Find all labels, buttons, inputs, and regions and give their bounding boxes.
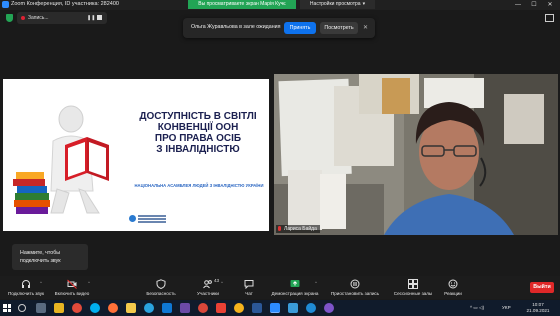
search-icon[interactable] — [18, 304, 26, 312]
shield-icon — [156, 279, 166, 289]
view-layout-icon[interactable] — [545, 14, 554, 22]
app-icon[interactable] — [234, 303, 244, 313]
participants-button[interactable]: 43 ^ Участники — [190, 276, 226, 299]
participant-count: 43 — [214, 278, 220, 283]
viber-icon[interactable] — [324, 303, 334, 313]
stop-recording-button[interactable] — [97, 15, 102, 20]
notification-text: Ольга Журавльова в зале ожидания — [191, 24, 281, 30]
maximize-button[interactable]: ☐ — [528, 0, 540, 10]
toolbar-label: Включить видео — [54, 291, 90, 296]
recording-indicator: Запись... ❚❚ — [17, 12, 107, 24]
view-settings-label: Настройки просмотра — [309, 1, 361, 7]
muted-mic-icon — [278, 226, 281, 231]
encryption-shield-icon[interactable] — [6, 14, 13, 22]
explorer-icon[interactable] — [54, 303, 64, 313]
slide-subtitle: НАЦІОНАЛЬНА АСАМБЛЕЯ ЛЮДЕЙ З ІНВАЛІДНІСТ… — [134, 183, 264, 188]
zoom-window: Zoom Конференция, ID участника: 282400 В… — [0, 0, 560, 316]
telegram-icon[interactable] — [144, 303, 154, 313]
taskbar-clock[interactable]: 10:07 21.09.2021 — [520, 302, 556, 314]
shared-screen-slide: ДОСТУПНІСТЬ В СВІТЛІ КОНВЕНЦІЇ ООН ПРО П… — [3, 79, 269, 231]
screen-share-banner: Вы просматриваете экран Марія Кучє — [188, 0, 296, 9]
minimize-button[interactable]: — — [512, 0, 524, 10]
view-settings-button[interactable]: Настройки просмотра ▾ — [300, 0, 375, 9]
recording-label: Запись... — [28, 15, 49, 21]
slide-title-line: З ІНВАЛІДНІСТЮ — [156, 144, 240, 155]
webcam-feed-image — [274, 74, 558, 235]
participant-name: Лариса Байда — [284, 226, 317, 232]
edge-icon[interactable] — [306, 303, 316, 313]
pause-record-icon — [350, 279, 360, 289]
video-off-icon — [67, 279, 77, 289]
start-video-button[interactable]: ^ Включить видео — [50, 276, 94, 299]
close-window-button[interactable]: ✕ — [544, 0, 556, 10]
photos-icon[interactable] — [180, 303, 190, 313]
app-icon[interactable] — [288, 303, 298, 313]
chevron-up-icon[interactable]: ^ — [315, 280, 317, 285]
participants-icon — [203, 280, 212, 289]
slide-title: ДОСТУПНІСТЬ В СВІТЛІ КОНВЕНЦІЇ ООН ПРО П… — [129, 111, 267, 155]
slide-title-line: ПРО ПРАВА ОСІБ — [154, 133, 242, 144]
breakout-rooms-icon — [408, 279, 418, 289]
connect-audio-tooltip: Нажмите, чтобы подключить звук — [12, 244, 88, 270]
toolbar-label: Сессионные залы — [393, 291, 433, 296]
pause-recording-toolbar-button[interactable]: Приостановить запись — [326, 276, 384, 299]
window-title: Zoom Конференция, ID участника: 282400 — [11, 1, 119, 7]
chevron-up-icon[interactable]: ^ — [88, 280, 90, 285]
file-manager-icon[interactable] — [126, 303, 136, 313]
recording-dot-icon — [21, 16, 25, 20]
toolbar-label: Реакции — [444, 291, 462, 296]
tray-icons[interactable]: ^ ▭ ◁) — [470, 305, 484, 311]
headphones-icon — [22, 280, 30, 288]
participant-name-tag: Лариса Байда — [276, 225, 320, 233]
toolbar-label: Приостановить запись — [330, 291, 380, 296]
logo-mark-icon — [129, 215, 136, 222]
breakout-rooms-button[interactable]: Сессионные залы — [390, 276, 436, 299]
admit-button[interactable]: Принять — [284, 22, 316, 34]
leave-meeting-button[interactable]: Выйти — [530, 282, 554, 293]
toolbar-label: Подключить звук — [7, 291, 45, 296]
task-view-icon[interactable] — [36, 303, 46, 313]
tooltip-line: Нажмите, чтобы — [20, 250, 61, 256]
waiting-room-notification: Ольга Журавльова в зале ожидания Принять… — [183, 18, 375, 38]
pause-recording-button[interactable]: ❚❚ — [87, 14, 95, 22]
connect-audio-button[interactable]: ^ Подключить звук — [4, 276, 48, 299]
toolbar-label: Чат — [245, 291, 253, 296]
toolbar-label: Демонстрация экрана — [271, 291, 319, 296]
view-waiting-room-button[interactable]: Посмотреть — [320, 22, 358, 34]
share-screen-button[interactable]: ^ Демонстрация экрана — [268, 276, 322, 299]
firefox-icon[interactable] — [108, 303, 118, 313]
outlook-icon[interactable] — [162, 303, 172, 313]
chevron-up-icon[interactable]: ^ — [40, 280, 42, 285]
slide-title-line: КОНВЕНЦІЇ ООН — [157, 122, 239, 133]
word-icon[interactable] — [252, 303, 262, 313]
participant-video[interactable]: Лариса Байда — [274, 74, 558, 235]
toolbar-label: Участники — [197, 291, 219, 296]
organization-logo — [129, 213, 169, 227]
security-button[interactable]: Безопасность — [140, 276, 182, 299]
reading-person-illustration — [13, 105, 109, 214]
language-indicator[interactable]: УКР — [502, 305, 511, 310]
reactions-button[interactable]: Реакции — [438, 276, 468, 299]
chat-button[interactable]: Чат — [236, 276, 262, 299]
zoom-app-icon — [2, 1, 9, 8]
meeting-toolbar: ^ Подключить звук ^ Включить видео Безоп… — [0, 276, 560, 299]
chevron-down-icon: ▾ — [362, 1, 366, 7]
zoom-icon[interactable] — [270, 303, 280, 313]
chat-icon — [244, 280, 254, 289]
skype-icon[interactable] — [90, 303, 100, 313]
chrome-icon[interactable] — [72, 303, 82, 313]
windows-start-icon[interactable] — [3, 304, 11, 312]
app-icon[interactable] — [216, 303, 226, 313]
toolbar-label: Безопасность — [146, 291, 176, 296]
share-screen-icon — [290, 280, 300, 287]
chrome-alt-icon[interactable] — [198, 303, 208, 313]
clock-date: 21.09.2021 — [526, 308, 550, 313]
tooltip-line: подключить звук — [20, 258, 61, 264]
reactions-icon — [448, 279, 458, 289]
chevron-up-icon[interactable]: ^ — [221, 280, 223, 285]
slide-title-line: ДОСТУПНІСТЬ В СВІТЛІ — [139, 111, 257, 122]
close-notification-button[interactable]: ✕ — [363, 23, 368, 33]
windows-taskbar: ^ ▭ ◁) УКР 10:07 21.09.2021 — [0, 300, 560, 316]
